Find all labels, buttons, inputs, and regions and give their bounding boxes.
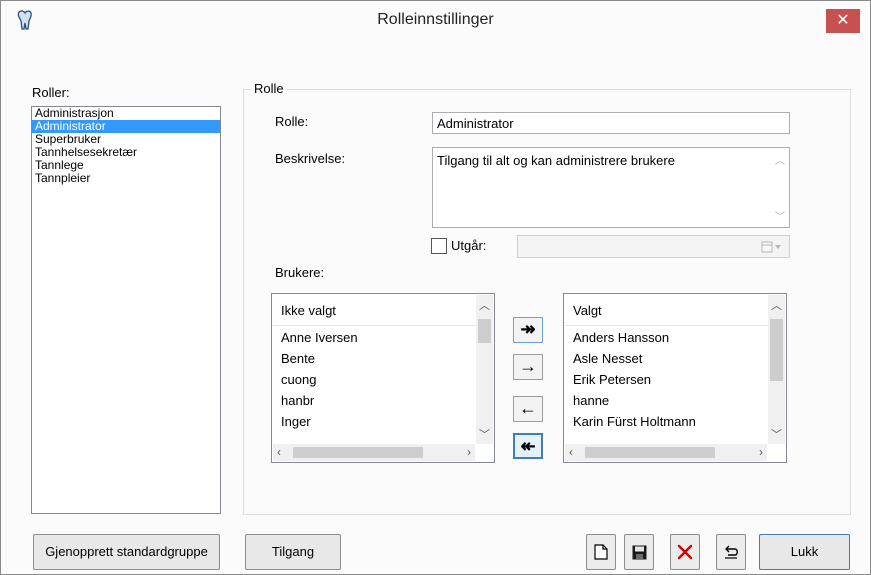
description-text: Tilgang til alt og kan administrere bruk… [437,153,675,168]
restore-default-group-button[interactable]: Gjenopprett standardgruppe [33,534,220,570]
list-item[interactable]: cuong [281,369,474,390]
list-item[interactable]: Asle Nesset [573,348,766,369]
chevron-down-icon[interactable]: ﹀ [773,208,787,223]
role-item-tannpleier[interactable]: Tannpleier [32,172,220,185]
delete-icon [677,544,693,560]
chevron-up-icon[interactable]: ︿ [768,297,785,313]
selected-list-header: Valgt [565,295,768,326]
double-arrow-left-icon: ↞ [520,436,536,456]
window-title: Rolleinnstillinger [377,11,494,28]
role-group-title: Rolle [251,81,287,96]
scroll-thumb[interactable] [585,447,715,458]
expires-date-picker[interactable] [517,235,790,258]
list-item[interactable]: hanbr [281,390,474,411]
list-item[interactable]: Erik Petersen [573,369,766,390]
new-button[interactable] [586,534,616,570]
undo-button[interactable] [716,534,746,570]
arrow-left-icon: ← [519,398,537,418]
users-label: Brukere: [275,265,325,280]
horizontal-scrollbar[interactable]: ‹ › [273,444,475,461]
chevron-up-icon[interactable]: ︿ [476,297,493,313]
access-button[interactable]: Tilgang [245,534,341,570]
calendar-dropdown-icon[interactable] [761,241,783,253]
add-one-button[interactable]: → [513,354,543,380]
chevron-left-icon[interactable]: ‹ [277,444,281,461]
save-icon [632,545,646,559]
role-name-field[interactable] [432,112,790,134]
unselected-users-list[interactable]: Ikke valgt Anne Iversen Bente cuong hanb… [271,293,495,463]
vertical-scrollbar[interactable]: ︿ ﹀ [768,295,785,444]
description-label: Beskrivelse: [275,151,346,166]
list-item[interactable]: Inger [281,411,474,432]
expires-checkbox[interactable] [431,238,447,254]
chevron-down-icon[interactable]: ﹀ [768,426,785,442]
dialog-window: Rolleinnstillinger ✕ Roller: Administras… [0,0,871,575]
expires-label: Utgår: [451,238,487,253]
chevron-up-icon[interactable]: ︿ [773,152,787,167]
undo-icon [725,545,738,559]
horizontal-scrollbar[interactable]: ‹ › [565,444,767,461]
chevron-right-icon[interactable]: › [759,444,763,461]
scroll-thumb[interactable] [478,319,491,343]
close-window-button[interactable]: ✕ [826,9,860,33]
list-item[interactable]: Karin Fürst Holtmann [573,411,766,432]
list-item[interactable]: Anders Hansson [573,327,766,348]
new-document-icon [594,544,608,560]
title-bar: Rolleinnstillinger ✕ [1,1,870,41]
description-scrollbar[interactable]: ︿ ﹀ [773,152,787,223]
unselected-list-header: Ikke valgt [273,295,476,326]
description-field[interactable]: Tilgang til alt og kan administrere bruk… [432,147,790,228]
scroll-thumb[interactable] [770,319,783,381]
roles-list[interactable]: Administrasjon Administrator Superbruker… [31,106,221,514]
selected-users-list[interactable]: Valgt Anders Hansson Asle Nesset Erik Pe… [563,293,787,463]
list-item[interactable]: Bente [281,348,474,369]
chevron-right-icon[interactable]: › [467,444,471,461]
chevron-down-icon[interactable]: ﹀ [476,426,493,442]
roles-label: Roller: [32,85,70,100]
chevron-left-icon[interactable]: ‹ [569,444,573,461]
remove-one-button[interactable]: ← [513,396,543,422]
delete-button[interactable] [670,534,700,570]
save-button[interactable] [624,534,654,570]
vertical-scrollbar[interactable]: ︿ ﹀ [476,295,493,444]
arrow-right-icon: → [519,356,537,376]
remove-all-button[interactable]: ↞ [513,433,543,459]
scroll-thumb[interactable] [293,447,423,458]
role-name-label: Rolle: [275,114,309,129]
add-all-button[interactable]: ↠ [513,317,543,343]
close-button[interactable]: Lukk [759,534,850,570]
close-button-label: Lukk [790,544,819,559]
list-item[interactable]: hanne [573,390,766,411]
list-item[interactable]: Anne Iversen [281,327,474,348]
double-arrow-right-icon: ↠ [520,319,536,339]
